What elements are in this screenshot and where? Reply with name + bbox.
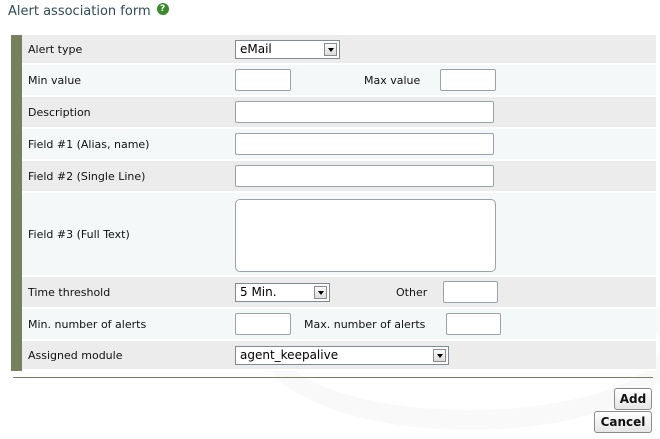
description-label: Description: [28, 105, 91, 119]
assigned-module-label: Assigned module: [28, 348, 123, 362]
max-alerts-label: Max. number of alerts: [304, 317, 426, 331]
alert-type-label: Alert type: [28, 42, 83, 56]
field3-label: Field #3 (Full Text): [28, 227, 130, 241]
row-field1: Field #1 (Alias, name): [22, 129, 656, 161]
field1-label: Field #1 (Alias, name): [28, 137, 150, 151]
min-value-label: Min value: [28, 73, 82, 87]
max-alerts-input[interactable]: [446, 313, 501, 335]
row-alert-type: Alert type eMail: [22, 35, 656, 65]
time-threshold-select[interactable]: 5 Min.: [235, 283, 330, 302]
alert-form: Alert type eMail Min value Max value Des…: [11, 35, 656, 371]
chevron-down-icon: [314, 286, 327, 299]
help-icon[interactable]: ?: [156, 2, 169, 15]
time-threshold-label: Time threshold: [28, 285, 111, 299]
field3-textarea[interactable]: [235, 199, 496, 272]
row-min-max: Min value Max value: [22, 65, 656, 97]
min-value-input[interactable]: [235, 69, 291, 91]
alert-type-select[interactable]: eMail: [235, 40, 340, 59]
min-alerts-label: Min. number of alerts: [28, 317, 147, 331]
row-number-of-alerts: Min. number of alerts Max. number of ale…: [22, 309, 656, 341]
other-label: Other: [396, 285, 428, 299]
chevron-down-icon: [324, 43, 337, 56]
min-alerts-input[interactable]: [235, 313, 291, 335]
form-divider: [13, 377, 653, 378]
chevron-down-icon: [433, 349, 446, 362]
field1-input[interactable]: [235, 133, 494, 155]
other-input[interactable]: [443, 281, 498, 303]
row-description: Description: [22, 97, 656, 129]
assigned-module-value: agent_keepalive: [240, 348, 339, 362]
field2-input[interactable]: [235, 165, 494, 187]
time-threshold-value: 5 Min.: [240, 285, 277, 299]
alert-type-value: eMail: [240, 42, 272, 56]
row-field3: Field #3 (Full Text): [22, 193, 656, 277]
row-time-threshold: Time threshold 5 Min. Other: [22, 277, 656, 309]
add-button[interactable]: Add: [614, 388, 652, 410]
max-value-label: Max value: [364, 73, 421, 87]
page-title-text: Alert association form: [8, 4, 151, 19]
row-field2: Field #2 (Single Line): [22, 161, 656, 193]
cancel-button[interactable]: Cancel: [594, 411, 652, 433]
max-value-input[interactable]: [440, 69, 496, 91]
description-input[interactable]: [235, 101, 494, 123]
page-title: Alert association form ?: [8, 2, 169, 19]
field2-label: Field #2 (Single Line): [28, 169, 146, 183]
row-assigned-module: Assigned module agent_keepalive: [22, 341, 656, 371]
assigned-module-select[interactable]: agent_keepalive: [235, 346, 449, 365]
